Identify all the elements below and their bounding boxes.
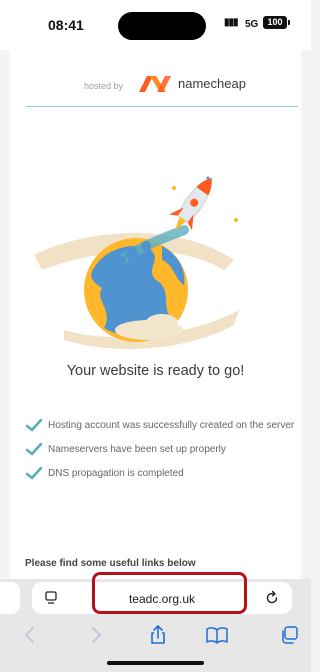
dynamic-island bbox=[118, 12, 206, 40]
url-highlight-annotation bbox=[92, 572, 247, 614]
check-item-label: Hosting account was successfully created… bbox=[48, 420, 295, 431]
check-item-label: Nameservers have been set up properly bbox=[48, 444, 226, 455]
useful-links-heading: Please find some useful links below bbox=[25, 558, 196, 569]
signal-icon: ▮▮▮ bbox=[224, 17, 238, 28]
status-checklist: Hosting account was successfully created… bbox=[26, 418, 296, 490]
hosted-by-banner[interactable]: hosted by namecheap bbox=[10, 72, 301, 96]
bookmarks-icon[interactable] bbox=[205, 625, 229, 645]
rocket-globe-illustration bbox=[34, 176, 239, 349]
web-content: hosted by namecheap Your website is read… bbox=[10, 50, 301, 580]
battery-icon: 100 bbox=[263, 16, 290, 29]
phone-screen: 08:41 ▮▮▮ 5G 100 hosted by namecheap You… bbox=[0, 0, 311, 672]
back-icon[interactable] bbox=[18, 625, 42, 645]
check-item-dns: DNS propagation is completed bbox=[26, 466, 296, 482]
namecheap-brand: namecheap bbox=[178, 76, 246, 91]
check-item-nameservers: Nameservers have been set up properly bbox=[26, 442, 296, 458]
namecheap-logo-icon bbox=[139, 76, 171, 92]
battery-level: 100 bbox=[267, 17, 283, 27]
network-label: 5G bbox=[245, 19, 259, 30]
page-headline: Your website is ready to go! bbox=[66, 363, 245, 379]
checkmark-icon bbox=[26, 419, 42, 432]
checkmark-icon bbox=[26, 443, 42, 456]
check-item-label: DNS propagation is completed bbox=[48, 468, 184, 479]
previous-tab-card[interactable] bbox=[0, 582, 20, 614]
hosted-by-text: hosted by bbox=[84, 81, 124, 91]
home-indicator bbox=[107, 661, 204, 665]
reload-icon[interactable] bbox=[264, 590, 280, 606]
tabs-icon[interactable] bbox=[278, 625, 302, 645]
status-time: 08:41 bbox=[48, 17, 84, 33]
check-item-hosting: Hosting account was successfully created… bbox=[26, 418, 296, 434]
forward-icon[interactable] bbox=[84, 625, 108, 645]
status-bar: 08:41 ▮▮▮ 5G 100 bbox=[0, 0, 311, 50]
header-divider bbox=[26, 106, 298, 107]
checkmark-icon bbox=[26, 467, 42, 480]
share-icon[interactable] bbox=[146, 625, 170, 645]
